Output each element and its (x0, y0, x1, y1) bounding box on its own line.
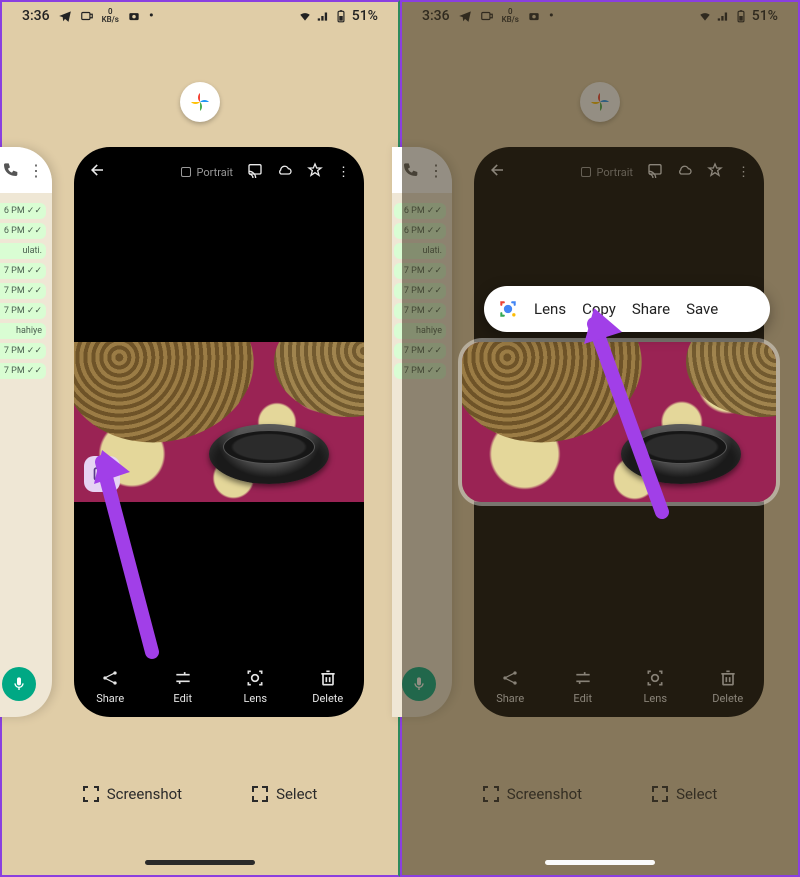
net-speed: 0 KB/s (102, 8, 119, 24)
wifi-icon (298, 9, 312, 23)
cloud-icon[interactable] (277, 162, 293, 182)
delete-button[interactable]: Delete (298, 668, 358, 705)
select-icon (252, 786, 268, 802)
chat-bubble: 7 PM ✓✓ (0, 283, 46, 299)
battery-percent: 51% (352, 8, 378, 24)
camera-status-icon (127, 9, 141, 23)
cast-icon[interactable] (247, 162, 263, 182)
voice-fab[interactable] (2, 667, 36, 701)
signal-icon (716, 9, 730, 23)
image-context-menu: Lens Copy Share Save (484, 286, 770, 332)
screenshot-left: 3:36 0 KB/s (0, 0, 400, 877)
screenshot-icon (483, 786, 499, 802)
ctx-lens-button[interactable]: Lens (534, 300, 566, 318)
ctx-share-button[interactable]: Share (632, 300, 670, 318)
chat-bubble: hahiye (394, 323, 446, 339)
google-lens-icon[interactable] (498, 299, 518, 319)
recents-card-google-photos[interactable]: Portrait ⋮ (74, 147, 364, 717)
photo-action-bar: Share Edit Lens Delete (474, 668, 764, 705)
chat-bubble: 7 PM ✓✓ (394, 343, 446, 359)
lens-button[interactable]: Lens (625, 668, 685, 705)
more-icon[interactable]: ⋮ (737, 165, 750, 180)
chat-bubble: 6 PM ✓✓ (394, 203, 446, 219)
image-thumbnail-chip[interactable] (84, 456, 120, 492)
recents-action-row: Screenshot Select (402, 785, 798, 803)
ctx-copy-button[interactable]: Copy (582, 300, 616, 318)
share-button[interactable]: Share (480, 668, 540, 705)
photo-action-bar: Share Edit Lens Delete (74, 668, 364, 705)
battery-icon (334, 9, 348, 23)
voice-fab[interactable] (402, 667, 436, 701)
chat-bubble: 7 PM ✓✓ (394, 303, 446, 319)
status-bar: 3:36 0 KB/s (2, 2, 398, 24)
chat-bubble: 7 PM ✓✓ (394, 363, 446, 379)
screenshot-right: 3:36 0KB/s 51% ⋮ 6 PM ✓✓ 6 PM ✓✓ (400, 0, 800, 877)
more-icon: ⋮ (428, 161, 444, 180)
card-icon (480, 9, 494, 23)
chat-bubble: ulati. (394, 243, 446, 259)
chat-bubble: 6 PM ✓✓ (0, 203, 46, 219)
wifi-icon (698, 9, 712, 23)
star-icon[interactable] (707, 162, 723, 182)
screenshot-icon (83, 786, 99, 802)
chat-bubble: 7 PM ✓✓ (0, 343, 46, 359)
chat-bubble: 7 PM ✓✓ (0, 263, 46, 279)
select-button[interactable]: Select (652, 785, 717, 803)
cast-icon[interactable] (647, 162, 663, 182)
screenshot-button[interactable]: Screenshot (83, 785, 182, 803)
chat-bubble: 6 PM ✓✓ (394, 223, 446, 239)
delete-button[interactable]: Delete (698, 668, 758, 705)
telegram-icon (458, 9, 472, 23)
chat-bubble: 7 PM ✓✓ (0, 363, 46, 379)
edit-button[interactable]: Edit (153, 668, 213, 705)
chat-bubble: 6 PM ✓✓ (0, 223, 46, 239)
selected-image-highlight[interactable] (462, 342, 776, 502)
chat-bubble: 7 PM ✓✓ (394, 263, 446, 279)
app-icon-google-photos[interactable] (180, 82, 220, 122)
photo-viewport[interactable] (74, 342, 364, 502)
app-icon-google-photos[interactable] (580, 82, 620, 122)
ctx-save-button[interactable]: Save (686, 300, 718, 318)
telegram-icon (58, 9, 72, 23)
battery-percent: 51% (752, 8, 778, 24)
more-icon[interactable]: ⋮ (337, 165, 350, 180)
recents-card-whatsapp-peek[interactable]: ⋮ 6 PM ✓✓ 6 PM ✓✓ ulati. 7 PM ✓✓ 7 PM ✓✓… (0, 147, 52, 717)
gesture-nav-pill[interactable] (145, 860, 255, 865)
chat-bubble: 7 PM ✓✓ (394, 283, 446, 299)
recents-action-row: Screenshot Select (2, 785, 398, 803)
back-icon[interactable] (88, 161, 106, 183)
portrait-chip[interactable]: Portrait (181, 166, 233, 179)
chat-bubbles: 6 PM ✓✓ 6 PM ✓✓ ulati. 7 PM ✓✓ 7 PM ✓✓ 7… (0, 193, 52, 379)
card-icon (80, 9, 94, 23)
chat-bubble: hahiye (0, 323, 46, 339)
portrait-chip[interactable]: Portrait (581, 166, 633, 179)
recents-card-whatsapp-peek[interactable]: ⋮ 6 PM ✓✓ 6 PM ✓✓ ulati. 7 PM ✓✓ 7 PM ✓✓… (392, 147, 452, 717)
phone-icon (402, 162, 418, 178)
share-button[interactable]: Share (80, 668, 140, 705)
back-icon[interactable] (488, 161, 506, 183)
star-icon[interactable] (307, 162, 323, 182)
status-bar: 3:36 0KB/s 51% (402, 2, 798, 24)
phone-icon (2, 162, 18, 178)
screenshot-button[interactable]: Screenshot (483, 785, 582, 803)
select-icon (652, 786, 668, 802)
cloud-icon[interactable] (677, 162, 693, 182)
select-button[interactable]: Select (252, 785, 317, 803)
status-time: 3:36 (422, 8, 450, 24)
edit-button[interactable]: Edit (553, 668, 613, 705)
chat-bubble: 7 PM ✓✓ (0, 303, 46, 319)
net-speed: 0KB/s (502, 8, 519, 24)
gesture-nav-pill[interactable] (545, 860, 655, 865)
signal-icon (316, 9, 330, 23)
battery-icon (734, 9, 748, 23)
status-dot (149, 8, 154, 24)
camera-status-icon (527, 9, 541, 23)
status-time: 3:36 (22, 8, 50, 24)
chat-bubble: ulati. (0, 243, 46, 259)
lens-button[interactable]: Lens (225, 668, 285, 705)
more-icon: ⋮ (28, 161, 44, 180)
status-dot (549, 8, 554, 24)
